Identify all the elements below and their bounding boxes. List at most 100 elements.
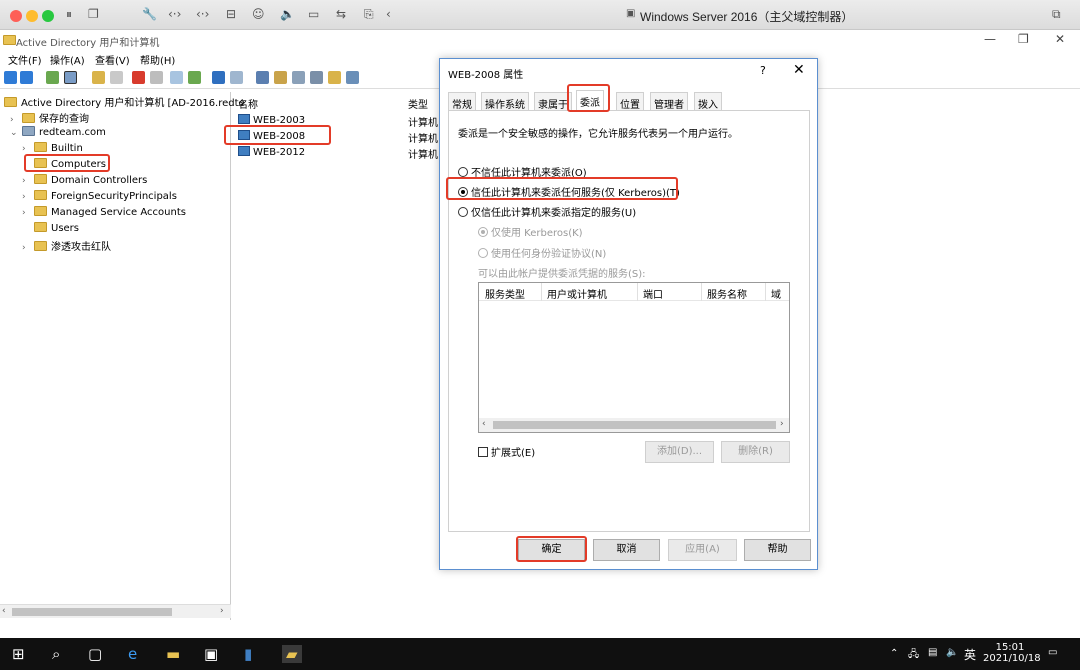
back-icon[interactable]: ‹ [386,7,391,21]
close-window-dot[interactable] [10,10,22,22]
service-column-port[interactable]: 端口 [643,286,663,301]
tree-saved-queries[interactable]: › 保存的查询 [10,110,89,126]
drive-icon[interactable]: ⊟ [226,7,236,21]
tray-chevron-icon[interactable]: ⌃ [890,648,898,659]
cut-icon[interactable] [92,71,105,84]
tree-domain[interactable]: ⌄ redteam.com [10,126,106,142]
menu-action[interactable]: 操作(A) [50,52,85,67]
dialog-help-button[interactable]: ? [760,64,766,77]
tab-dial-in[interactable]: 拨入 [694,92,722,111]
properties-icon[interactable] [150,71,163,84]
cancel-button[interactable]: 取消 [593,539,660,561]
server-manager-icon[interactable]: ▮ [244,645,252,663]
forward-arrow-icon[interactable] [20,71,33,84]
help-button[interactable]: 帮助 [744,539,811,561]
checkbox-expanded[interactable] [478,447,488,457]
column-header-name[interactable]: 名称 [238,96,258,111]
new-ou-icon[interactable] [292,71,305,84]
minimize-icon[interactable]: — [984,32,996,46]
show-tree-icon[interactable] [64,71,77,84]
camera-icon[interactable]: ▭ [308,7,319,21]
menu-view[interactable]: 查看(V) [95,52,130,67]
pause-icon[interactable]: ⏸ [66,7,72,22]
tray-network-icon[interactable]: 🖧 [908,647,919,664]
maximize-icon[interactable]: ❐ [1018,32,1029,46]
fullscreen-icon[interactable]: ⧉ [1052,7,1061,22]
browser-icon[interactable]: e [128,645,137,663]
tab-location[interactable]: 位置 [616,92,644,111]
list-item[interactable]: WEB-2012 [238,146,305,158]
services-list[interactable]: 服务类型 用户或计算机 端口 服务名称 域 ‹ › [478,282,790,433]
network-icon[interactable]: ‹·› [168,7,181,21]
scroll-right-icon[interactable]: › [780,419,784,429]
notification-icon[interactable]: ▭ [1048,647,1057,658]
tab-general[interactable]: 常规 [448,92,476,111]
service-column-name[interactable]: 服务名称 [707,286,747,301]
menu-help[interactable]: 帮助(H) [140,52,175,67]
scroll-thumb[interactable] [12,608,172,616]
usb-icon[interactable]: ⇆ [336,7,346,21]
delete-icon[interactable] [132,71,145,84]
tab-managed-by[interactable]: 管理者 [650,92,688,111]
chevron-right-icon[interactable]: › [22,208,34,218]
back-arrow-icon[interactable] [4,71,17,84]
scroll-thumb[interactable] [493,421,776,429]
chevron-right-icon[interactable]: › [22,144,34,154]
service-column-user[interactable]: 用户或计算机 [547,286,607,301]
scroll-left-icon[interactable]: ‹ [482,419,486,429]
services-horizontal-scrollbar[interactable]: ‹ › [479,418,789,432]
sound-icon[interactable]: 🔈 [280,7,295,21]
filter-icon[interactable] [310,71,323,84]
tree-item-managed-service-accounts[interactable]: › Managed Service Accounts [22,206,186,222]
column-header-type[interactable]: 类型 [408,96,428,111]
refresh-icon[interactable] [170,71,183,84]
close-icon[interactable]: ✕ [1055,32,1065,46]
up-icon[interactable] [46,71,59,84]
tree-root[interactable]: Active Directory 用户和计算机 [AD-2016.redte [4,94,245,110]
add-to-group-icon[interactable] [346,71,359,84]
zoom-window-dot[interactable] [42,10,54,22]
copy-icon[interactable] [110,71,123,84]
radio-trust-specified[interactable] [458,207,468,217]
aduc-taskbar-icon[interactable]: ▰ [282,645,302,663]
scroll-left-icon[interactable]: ‹ [2,606,6,616]
clock[interactable]: 15:01 2021/10/18 [983,642,1041,664]
tray-message-icon[interactable]: ▤ [928,647,937,658]
radio-no-delegation[interactable] [458,167,468,177]
terminal-icon[interactable]: ▣ [204,645,218,663]
tree-item-domain-controllers[interactable]: › Domain Controllers [22,174,147,190]
export-icon[interactable] [188,71,201,84]
arrows-icon[interactable]: ‹·› [196,7,209,21]
chevron-right-icon[interactable]: › [22,243,34,253]
user-icon[interactable]: ☺ [252,7,265,21]
service-column-domain[interactable]: 域 [771,286,781,301]
tray-volume-icon[interactable]: 🔈 [946,647,958,658]
menu-file[interactable]: 文件(F) [8,52,42,67]
share-icon[interactable]: ⎘ [364,7,374,22]
input-language[interactable]: 英 [964,646,976,663]
expanded-checkbox[interactable]: 扩展式(E) [478,444,535,459]
tree-horizontal-scrollbar[interactable]: ‹ › [0,604,231,618]
chevron-right-icon[interactable]: › [22,192,34,202]
scroll-right-icon[interactable]: › [220,606,224,616]
wrench-icon[interactable]: 🔧 [142,7,157,21]
chevron-right-icon[interactable]: › [10,115,22,125]
minimize-window-dot[interactable] [26,10,38,22]
chevron-right-icon[interactable]: › [22,176,34,186]
option-trust-specified[interactable]: 仅信任此计算机来委派指定的服务(U) [458,204,636,219]
console-icon[interactable] [230,71,243,84]
tree-item-users[interactable]: Users [22,222,79,238]
windows-start-icon[interactable]: ⊞ [12,645,25,663]
tab-operating-system[interactable]: 操作系统 [481,92,529,111]
tree-item-foreign-security-principals[interactable]: › ForeignSecurityPrincipals [22,190,177,206]
service-column-type[interactable]: 服务类型 [485,286,525,301]
snapshot-icon[interactable]: ❐ [88,7,99,21]
tree-item-red-team[interactable]: › 渗透攻击红队 [22,238,111,254]
help-icon[interactable] [212,71,225,84]
find-icon[interactable] [328,71,341,84]
chevron-down-icon[interactable]: ⌄ [10,128,22,138]
task-view-icon[interactable]: ▢ [88,645,102,663]
file-explorer-icon[interactable]: ▬ [166,645,180,663]
dialog-close-button[interactable]: ✕ [793,62,805,78]
search-icon[interactable]: ⌕ [52,645,60,663]
